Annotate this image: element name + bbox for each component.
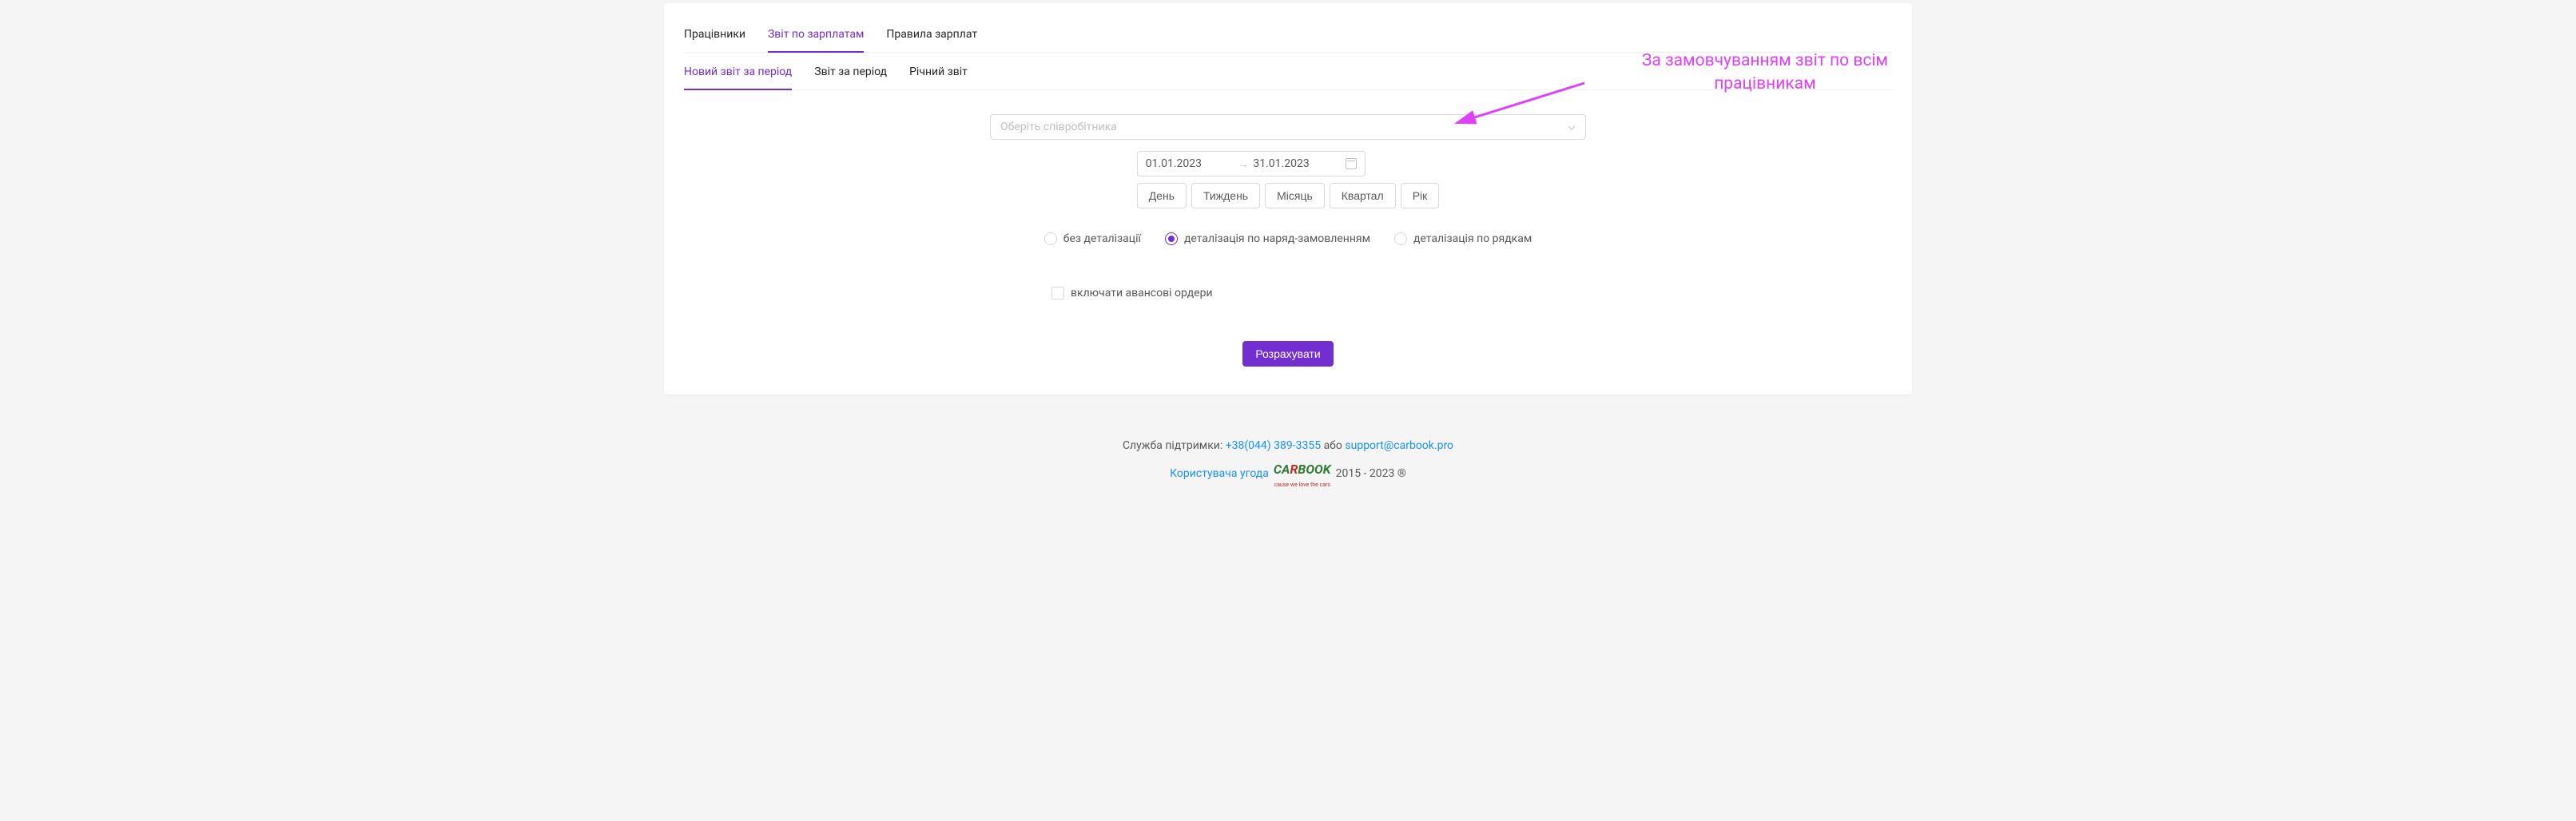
form-area: Оберіть співробітника 01.01.2023 → 31.01… — [684, 114, 1892, 367]
subtab-yearly[interactable]: Річний звіт — [909, 61, 968, 89]
tab-employees[interactable]: Працівники — [684, 23, 745, 52]
radio-label: деталізація по наряд-замовленням — [1184, 232, 1370, 245]
preset-day[interactable]: День — [1137, 183, 1187, 208]
footer-agreement-link[interactable]: Користувача угода — [1170, 462, 1269, 485]
radio-icon — [1044, 232, 1057, 245]
footer-or: або — [1324, 439, 1346, 452]
radio-label: без деталізації — [1063, 232, 1141, 245]
preset-quarter[interactable]: Квартал — [1330, 183, 1396, 208]
date-from: 01.01.2023 — [1146, 157, 1234, 170]
calendar-icon — [1346, 158, 1357, 169]
radio-by-orders[interactable]: деталізація по наряд-замовленням — [1165, 232, 1370, 245]
chevron-down-icon — [1568, 121, 1576, 133]
radio-icon — [1394, 232, 1407, 245]
preset-week[interactable]: Тиждень — [1191, 183, 1260, 208]
date-to: 31.01.2023 — [1253, 157, 1341, 170]
radio-no-detail[interactable]: без деталізації — [1044, 232, 1141, 245]
subtab-new-period[interactable]: Новий звіт за період — [684, 61, 792, 89]
tab-salary-rules[interactable]: Правила зарплат — [886, 23, 977, 52]
radio-icon — [1165, 232, 1178, 245]
advance-orders-checkbox[interactable]: включати авансові ордери — [1051, 287, 1213, 299]
footer-support-label: Служба підтримки: — [1123, 439, 1226, 452]
footer: Служба підтримки: +38(044) 389-3355 або … — [664, 434, 1912, 490]
tab-salary-report[interactable]: Звіт по зарплатам — [768, 23, 864, 52]
footer-phone-link[interactable]: +38(044) 389-3355 — [1226, 439, 1321, 452]
main-card: Працівники Звіт по зарплатам Правила зар… — [664, 3, 1912, 395]
date-range-picker[interactable]: 01.01.2023 → 31.01.2023 — [1137, 151, 1366, 176]
employee-select[interactable]: Оберіть співробітника — [990, 114, 1586, 140]
calculate-button[interactable]: Розрахувати — [1242, 341, 1333, 367]
preset-month[interactable]: Місяць — [1265, 183, 1325, 208]
main-tabs: Працівники Звіт по зарплатам Правила зар… — [684, 23, 1892, 53]
checkbox-icon — [1051, 287, 1064, 299]
date-presets: День Тиждень Місяць Квартал Рік — [1137, 183, 1440, 208]
preset-year[interactable]: Рік — [1401, 183, 1440, 208]
arrow-right-icon: → — [1238, 157, 1249, 171]
employee-select-placeholder: Оберіть співробітника — [1000, 121, 1117, 133]
footer-logo: CARBOOK cause we love the cars — [1274, 457, 1331, 490]
footer-years: 2015 - 2023 ® — [1336, 462, 1406, 485]
radio-label: деталізація по рядкам — [1413, 232, 1532, 245]
annotation-text: За замовчуванням звіт по всім працівника… — [1642, 50, 1888, 97]
radio-by-rows[interactable]: деталізація по рядкам — [1394, 232, 1532, 245]
subtab-period[interactable]: Звіт за період — [814, 61, 887, 89]
detail-radio-group: без деталізації деталізація по наряд-зам… — [1044, 232, 1532, 245]
checkbox-label: включати авансові ордери — [1071, 287, 1213, 299]
footer-email-link[interactable]: support@carbook.pro — [1345, 439, 1453, 452]
